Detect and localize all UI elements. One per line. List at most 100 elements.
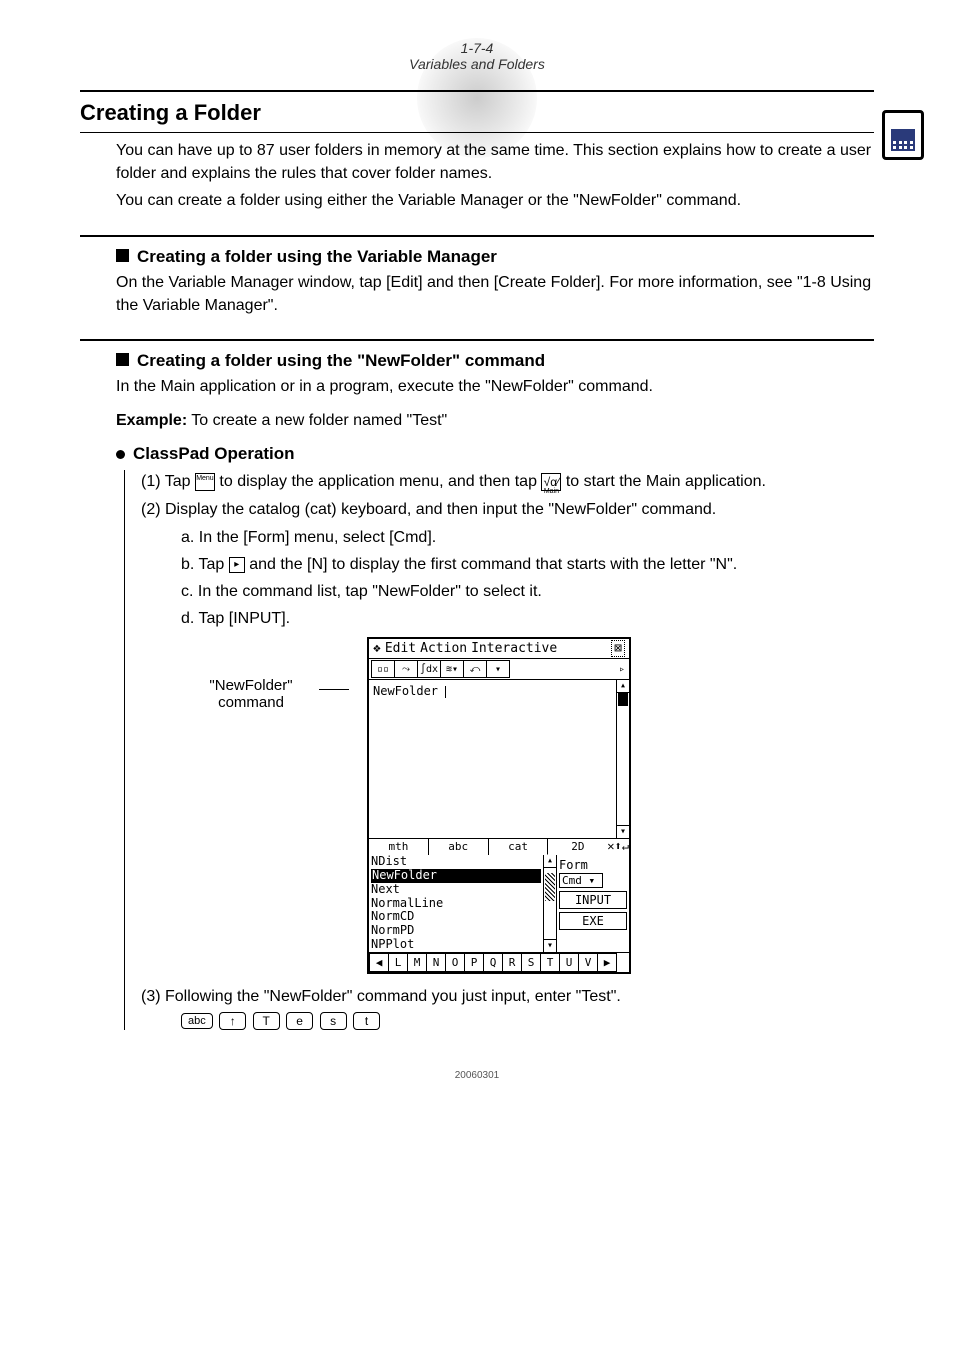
letter-key: U — [559, 953, 579, 972]
workarea-text: NewFolder — [373, 684, 445, 698]
kb-up-button: ⬆ — [615, 839, 622, 855]
menu-action: Action — [420, 641, 467, 656]
list-item: NPPlot — [371, 938, 541, 952]
step-2b: b. Tap ▸ and the [N] to display the firs… — [181, 553, 874, 577]
form-select: Cmd ▾ — [559, 873, 603, 888]
rule — [80, 235, 874, 237]
toolbar-btn: ⤺ — [463, 660, 487, 678]
exe-button: EXE — [559, 912, 627, 930]
example-text: To create a new folder named "Test" — [187, 412, 447, 429]
letter-key: M — [407, 953, 427, 972]
device-menubar: ❖ Edit Action Interactive ⊠ — [369, 639, 629, 659]
toolbar-btn: ∫dx — [417, 660, 441, 678]
catalog-panel: NDist NewFolder Next NormalLine NormCD N… — [369, 855, 629, 953]
input-button: INPUT — [559, 891, 627, 909]
letter-key: O — [445, 953, 465, 972]
device-workarea: NewFolder ▴ ▾ — [369, 680, 629, 838]
tab-cat: cat — [489, 839, 549, 855]
keycap-T: T — [253, 1012, 280, 1030]
square-bullet-icon — [116, 249, 129, 262]
classpad-operation-heading: ClassPad Operation — [116, 444, 874, 464]
letter-strip: ◀ L M N O P Q R S T U V ▶ — [369, 953, 629, 972]
example-line: Example: To create a new folder named "T… — [116, 412, 874, 430]
scroll-thumb — [618, 692, 628, 706]
step-1: (1) Tap Menu to display the application … — [141, 470, 874, 494]
keycap-shift: ↑ — [219, 1012, 246, 1030]
form-label: Form — [559, 858, 588, 872]
kb-enter-button: ↵ — [622, 839, 629, 855]
chevron-down-icon: ▾ — [589, 874, 596, 887]
list-scrollbar: ▴ ▾ — [543, 855, 557, 952]
page-title: Creating a Folder — [80, 100, 874, 126]
play-forward-icon: ▸ — [229, 557, 245, 573]
list-item: NDist — [371, 855, 541, 869]
sec2-body: In the Main application or in a program,… — [116, 375, 874, 398]
substeps: a. In the [Form] menu, select [Cmd]. b. … — [181, 526, 874, 631]
page-header: 1-7-4 Variables and Folders — [80, 40, 874, 72]
example-label: Example: — [116, 412, 187, 429]
letter-key: Q — [483, 953, 503, 972]
close-icon: ⊠ — [611, 640, 625, 657]
scroll-track — [545, 873, 555, 901]
page-ref: 1-7-4 — [461, 40, 494, 56]
rule — [80, 90, 874, 92]
step-2a: a. In the [Form] menu, select [Cmd]. — [181, 526, 874, 550]
scroll-down-icon: ▾ — [617, 825, 629, 838]
tab-mth: mth — [369, 839, 429, 855]
menu-icon: Menu — [195, 473, 215, 491]
steps-container: (1) Tap Menu to display the application … — [124, 470, 874, 1030]
list-item: NormPD — [371, 924, 541, 938]
menu-edit: Edit — [385, 641, 416, 656]
screenshot-row: "NewFolder" command ❖ Edit Action Intera… — [201, 637, 874, 974]
tab-2d: 2D — [548, 839, 607, 855]
text-cursor — [445, 686, 446, 698]
step-2c: c. In the command list, tap "NewFolder" … — [181, 580, 874, 604]
keycap-t: t — [353, 1012, 380, 1030]
list-item-selected: NewFolder — [371, 869, 541, 883]
letter-key: L — [388, 953, 408, 972]
footer-number: 20060301 — [80, 1070, 874, 1081]
rule — [80, 339, 874, 341]
command-list: NDist NewFolder Next NormalLine NormCD N… — [369, 855, 543, 952]
square-bullet-icon — [116, 353, 129, 366]
step-2d: d. Tap [INPUT]. — [181, 607, 874, 631]
app-icon: ❖ — [373, 641, 381, 656]
workarea-scrollbar: ▴ ▾ — [616, 680, 629, 838]
menu-interactive: Interactive — [471, 641, 557, 656]
keycap-e: e — [286, 1012, 313, 1030]
step-3: (3) Following the "NewFolder" command yo… — [141, 988, 874, 1006]
letter-key: P — [464, 953, 484, 972]
calculator-side-icon — [882, 110, 924, 160]
scroll-up-icon: ▴ — [544, 855, 556, 868]
callout-leader-line — [319, 689, 349, 690]
device-screenshot: ❖ Edit Action Interactive ⊠ ▫▫ ⤳ ∫dx ≋▾ … — [367, 637, 631, 974]
scroll-down-icon: ▾ — [544, 939, 556, 952]
list-item: NormalLine — [371, 897, 541, 911]
keycap-sequence: abc ↑ T e s t — [181, 1012, 874, 1030]
letter-key: T — [540, 953, 560, 972]
intro-paragraph-1: You can have up to 87 user folders in me… — [116, 139, 874, 185]
device-toolbar: ▫▫ ⤳ ∫dx ≋▾ ⤺ ▾ ▹ — [369, 659, 629, 680]
callout-newfolder: "NewFolder" command — [201, 677, 301, 711]
list-item: Next — [371, 883, 541, 897]
letter-key: R — [502, 953, 522, 972]
subheading-variable-manager: Creating a folder using the Variable Man… — [116, 247, 874, 267]
intro-paragraph-2: You can create a folder using either the… — [116, 189, 874, 212]
catalog-side-panel: Form Cmd ▾ INPUT EXE — [557, 855, 629, 952]
kb-close-button: ✕ — [607, 839, 614, 855]
toolbar-btn: ▾ — [486, 660, 510, 678]
sec1-body: On the Variable Manager window, tap [Edi… — [116, 271, 874, 317]
toolbar-btn: ⤳ — [394, 660, 418, 678]
tab-abc: abc — [429, 839, 489, 855]
main-app-icon: √α⁄Main — [541, 473, 561, 491]
keycap-abc: abc — [181, 1013, 213, 1029]
letter-key: S — [521, 953, 541, 972]
toolbar-btn: ≋▾ — [440, 660, 464, 678]
toolbar-more-icon: ▹ — [616, 661, 628, 677]
list-item: NormCD — [371, 910, 541, 924]
letter-key: V — [578, 953, 598, 972]
rule — [80, 132, 874, 133]
letter-key: ◀ — [369, 953, 389, 972]
letter-key: ▶ — [597, 953, 617, 972]
keycap-s: s — [320, 1012, 347, 1030]
